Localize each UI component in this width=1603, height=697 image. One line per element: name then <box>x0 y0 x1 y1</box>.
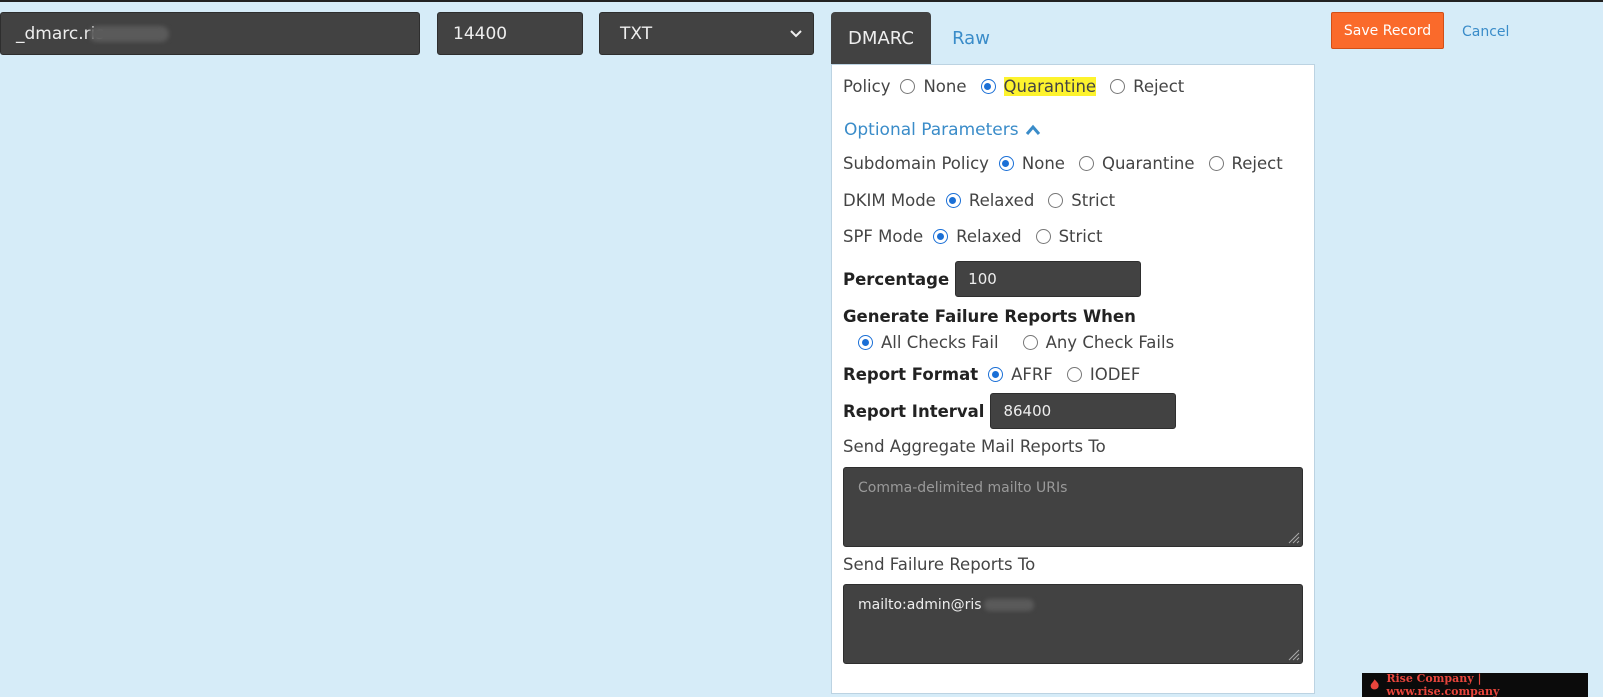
subdomain-option-quarantine[interactable]: Quarantine <box>1078 154 1195 173</box>
cancel-link[interactable]: Cancel <box>1462 24 1509 40</box>
policy-option-none[interactable]: None <box>900 77 967 96</box>
radio-selected-icon[interactable] <box>988 367 1004 382</box>
optional-parameters-label: Optional Parameters <box>844 120 1019 140</box>
failure-option-label: Any Check Fails <box>1045 333 1175 352</box>
ttl-value: 14400 <box>453 23 508 44</box>
optional-parameters-toggle[interactable]: Optional Parameters <box>844 120 1041 140</box>
subdomain-policy-label: Subdomain Policy <box>843 154 989 173</box>
subdomain-option-label: Quarantine <box>1101 154 1195 173</box>
failure-reports-to-textarea[interactable]: mailto:admin@ris <box>843 584 1303 664</box>
spf-option-relaxed[interactable]: Relaxed <box>933 227 1022 246</box>
spf-option-label: Strict <box>1058 227 1103 246</box>
record-type-select[interactable]: TXT <box>599 12 814 55</box>
failure-option-any-check[interactable]: Any Check Fails <box>1022 333 1175 352</box>
report-format-row: Report Format AFRF IODEF <box>843 365 1154 384</box>
dkim-mode-label: DKIM Mode <box>843 191 936 210</box>
record-name-input[interactable]: _dmarc.ris <box>0 12 420 55</box>
radio-icon[interactable] <box>900 79 916 94</box>
radio-selected-icon[interactable] <box>933 229 949 244</box>
policy-option-quarantine[interactable]: Quarantine <box>980 77 1097 96</box>
aggregate-reports-textarea[interactable]: Comma-delimited mailto URIs <box>843 467 1303 547</box>
tab-raw[interactable]: Raw <box>931 12 1011 65</box>
radio-icon[interactable] <box>1208 156 1224 171</box>
dkim-option-label: Strict <box>1071 191 1116 210</box>
format-option-label: IODEF <box>1089 365 1141 384</box>
spf-mode-label: SPF Mode <box>843 227 924 246</box>
failure-reports-row: All Checks Fail Any Check Fails <box>858 333 1188 352</box>
radio-selected-icon[interactable] <box>980 79 996 94</box>
radio-selected-icon[interactable] <box>998 156 1014 171</box>
percentage-row: Percentage 100 <box>843 261 1142 297</box>
policy-option-label: Reject <box>1133 77 1185 96</box>
report-interval-row: Report Interval 86400 <box>843 393 1177 429</box>
percentage-label: Percentage <box>843 269 950 289</box>
radio-icon[interactable] <box>1066 367 1082 382</box>
redaction-blur <box>89 26 169 42</box>
subdomain-option-label: Reject <box>1231 154 1283 173</box>
format-option-afrf[interactable]: AFRF <box>988 365 1053 384</box>
spf-mode-row: SPF Mode Relaxed Strict <box>843 227 1116 246</box>
flame-icon <box>1370 679 1379 690</box>
percentage-input[interactable]: 100 <box>955 261 1142 297</box>
subdomain-policy-row: Subdomain Policy None Quarantine Reject <box>843 154 1297 173</box>
failure-reports-to-value: mailto:admin@ris <box>858 597 982 613</box>
failure-reports-heading: Generate Failure Reports When <box>843 307 1136 326</box>
policy-label: Policy <box>843 77 891 96</box>
spf-option-label: Relaxed <box>956 227 1022 246</box>
chevron-down-icon <box>790 30 802 38</box>
tab-dmarc[interactable]: DMARC <box>831 12 931 65</box>
dmarc-panel: Policy None Quarantine Reject Optional P… <box>831 64 1315 694</box>
radio-icon[interactable] <box>1022 335 1038 350</box>
percentage-value: 100 <box>968 270 997 288</box>
aggregate-reports-placeholder: Comma-delimited mailto URIs <box>858 480 1068 496</box>
policy-row: Policy None Quarantine Reject <box>843 77 1198 96</box>
subdomain-option-label: None <box>1021 154 1065 173</box>
dkim-option-label: Relaxed <box>968 191 1035 210</box>
dkim-mode-row: DKIM Mode Relaxed Strict <box>843 191 1129 210</box>
save-record-button[interactable]: Save Record <box>1331 12 1444 49</box>
resize-grip-icon[interactable] <box>1286 647 1300 661</box>
radio-selected-icon[interactable] <box>858 335 873 350</box>
format-option-iodef[interactable]: IODEF <box>1066 365 1141 384</box>
radio-icon[interactable] <box>1048 193 1064 208</box>
failure-reports-label: Generate Failure Reports When <box>843 307 1136 326</box>
format-option-label: AFRF <box>1011 365 1053 384</box>
tab-raw-label: Raw <box>952 28 990 49</box>
aggregate-reports-label: Send Aggregate Mail Reports To <box>843 437 1106 456</box>
redaction-blur <box>984 599 1034 611</box>
spf-option-strict[interactable]: Strict <box>1035 227 1103 246</box>
radio-selected-icon[interactable] <box>945 193 961 208</box>
failure-reports-to-heading: Send Failure Reports To <box>843 555 1035 574</box>
radio-icon[interactable] <box>1035 229 1051 244</box>
failure-option-all-checks[interactable]: All Checks Fail <box>858 333 999 352</box>
resize-grip-icon[interactable] <box>1286 530 1300 544</box>
subdomain-option-reject[interactable]: Reject <box>1208 154 1283 173</box>
radio-icon[interactable] <box>1078 156 1094 171</box>
record-type-value: TXT <box>620 23 653 44</box>
watermark: Rise Company | www.rise.company <box>1362 672 1588 697</box>
tab-dmarc-label: DMARC <box>848 28 914 49</box>
failure-option-label: All Checks Fail <box>881 333 999 352</box>
ttl-input[interactable]: 14400 <box>437 12 583 55</box>
radio-icon[interactable] <box>1110 79 1126 94</box>
policy-option-reject[interactable]: Reject <box>1110 77 1184 96</box>
policy-option-label: Quarantine <box>1003 77 1097 96</box>
aggregate-reports-heading: Send Aggregate Mail Reports To <box>843 437 1106 456</box>
report-interval-input[interactable]: 86400 <box>990 393 1177 429</box>
policy-option-label: None <box>923 77 967 96</box>
chevron-up-icon <box>1025 124 1040 135</box>
report-interval-value: 86400 <box>1003 402 1052 420</box>
dkim-option-strict[interactable]: Strict <box>1048 191 1115 210</box>
watermark-text: Rise Company | www.rise.company <box>1386 672 1500 697</box>
subdomain-option-none[interactable]: None <box>998 154 1065 173</box>
failure-reports-to-label: Send Failure Reports To <box>843 555 1036 574</box>
dkim-option-relaxed[interactable]: Relaxed <box>945 191 1035 210</box>
report-format-label: Report Format <box>843 365 979 384</box>
report-interval-label: Report Interval <box>843 401 985 421</box>
